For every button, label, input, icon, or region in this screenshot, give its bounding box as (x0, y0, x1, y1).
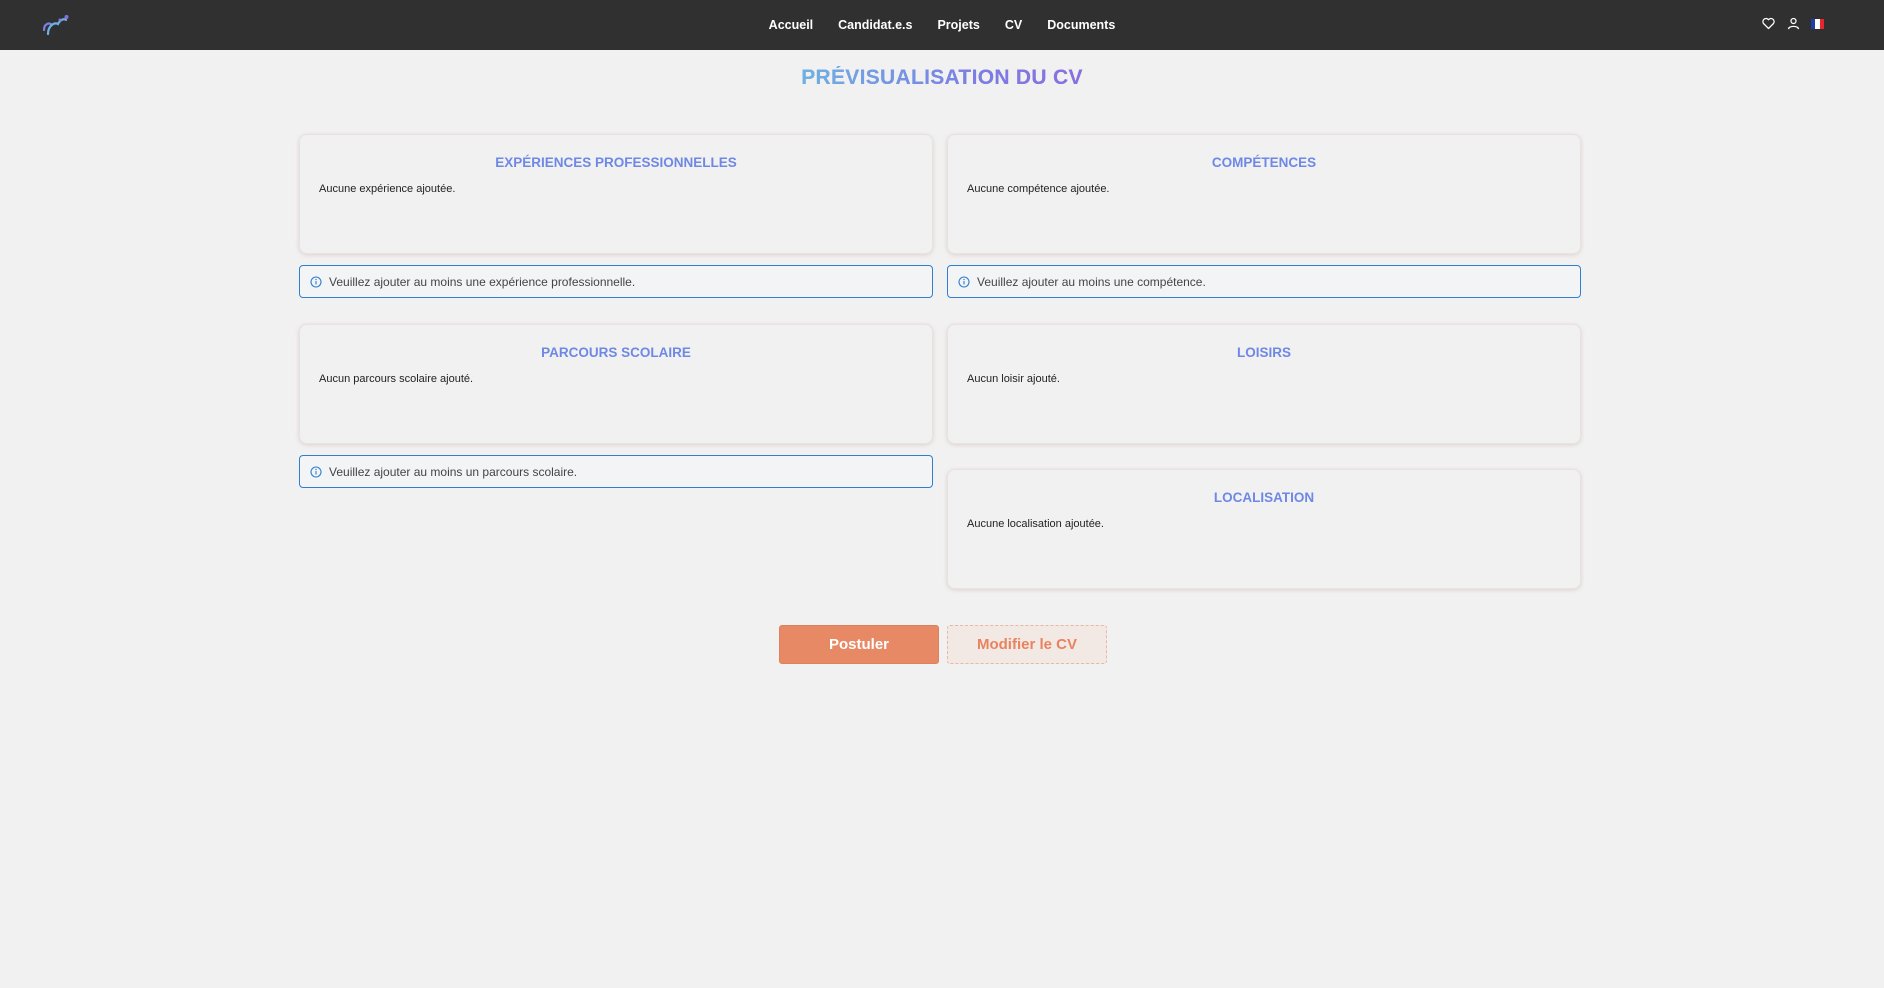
loisirs-empty-text: Aucun loisir ajouté. (967, 373, 1060, 385)
experiences-card: EXPÉRIENCES PROFESSIONNELLES Aucune expé… (299, 134, 933, 254)
apply-button[interactable]: Postuler (779, 625, 939, 664)
info-icon (958, 275, 970, 288)
info-icon (310, 275, 322, 288)
parcours-alert-text: Veuillez ajouter au moins un parcours sc… (329, 464, 578, 479)
parcours-card: PARCOURS SCOLAIRE Aucun parcours scolair… (299, 324, 933, 444)
loisirs-title: LOISIRS (1236, 345, 1291, 360)
info-icon (310, 465, 322, 478)
experiences-alert-text: Veuillez ajouter au moins une expérience… (329, 274, 636, 289)
localisation-title: LOCALISATION (1213, 490, 1315, 505)
experiences-empty-text: Aucune expérience ajoutée. (319, 183, 456, 195)
localisation-card: LOCALISATION Aucune localisation ajoutée… (947, 469, 1581, 589)
loisirs-card: LOISIRS Aucun loisir ajouté. (947, 324, 1581, 444)
experiences-alert: Veuillez ajouter au moins une expérience… (299, 265, 933, 298)
localisation-empty-text: Aucune localisation ajoutée. (967, 518, 1104, 530)
experiences-title: EXPÉRIENCES PROFESSIONNELLES (495, 155, 737, 170)
parcours-title: PARCOURS SCOLAIRE (541, 345, 691, 360)
nav-link-candidats[interactable]: Candidat.e.s (838, 18, 912, 32)
competences-alert: Veuillez ajouter au moins une compétence… (947, 265, 1581, 298)
nav-link-documents[interactable]: Documents (1047, 18, 1115, 32)
parcours-empty-text: Aucun parcours scolaire ajouté. (319, 373, 474, 385)
nav-link-projets[interactable]: Projets (937, 18, 979, 32)
competences-alert-text: Veuillez ajouter au moins une compétence… (977, 274, 1206, 289)
page-title: PRÉVISUALISATION DU CV (0, 66, 1884, 90)
nav-link-cv[interactable]: CV (1005, 18, 1022, 32)
heart-icon[interactable] (1761, 16, 1776, 31)
top-navbar: Accueil Candidat.e.s Projets CV Document… (0, 0, 1884, 50)
french-flag-icon[interactable] (1811, 18, 1824, 29)
competences-empty-text: Aucune compétence ajoutée. (967, 183, 1110, 195)
edit-cv-button[interactable]: Modifier le CV (947, 625, 1107, 664)
user-icon[interactable] (1786, 16, 1801, 31)
competences-card: COMPÉTENCES Aucune compétence ajoutée. (947, 134, 1581, 254)
main-nav: Accueil Candidat.e.s Projets CV Document… (0, 0, 1884, 50)
nav-icons (1761, 16, 1824, 31)
nav-link-accueil[interactable]: Accueil (769, 18, 813, 32)
competences-title: COMPÉTENCES (1211, 155, 1317, 170)
parcours-alert: Veuillez ajouter au moins un parcours sc… (299, 455, 933, 488)
